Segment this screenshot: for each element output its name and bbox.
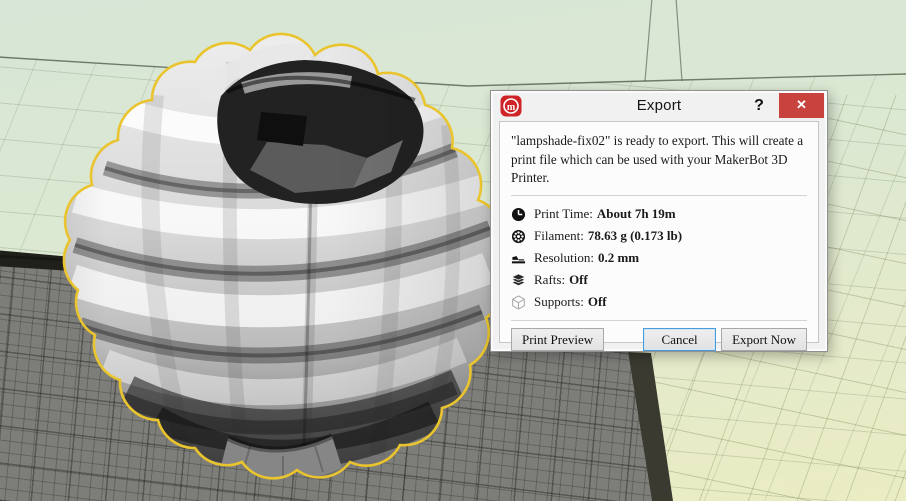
export-summary-text: "lampshade-fix02" is ready to export. Th… <box>511 133 804 186</box>
viewport-3d[interactable]: m Export ? ✕ "lampshade-fix02" is ready … <box>0 0 906 501</box>
close-button[interactable]: ✕ <box>779 93 824 118</box>
model-lampshade[interactable] <box>40 30 510 490</box>
detail-row-supports: Supports: Off <box>511 291 807 313</box>
detail-label: Rafts: <box>534 272 566 288</box>
detail-value: 78.63 g (0.173 lb) <box>587 228 683 244</box>
cancel-button[interactable]: Cancel <box>643 328 717 352</box>
supports-icon <box>512 295 525 310</box>
detail-value: About 7h 19m <box>596 206 676 222</box>
print-preview-button[interactable]: Print Preview <box>511 328 605 352</box>
dialog-title: Export <box>636 97 682 114</box>
resolution-layer-icon <box>511 255 526 264</box>
rafts-icon <box>511 273 526 286</box>
dialog-titlebar[interactable]: m Export ? ✕ <box>491 91 827 121</box>
detail-label: Filament: <box>534 228 584 244</box>
filament-spool-icon <box>511 229 526 243</box>
detail-row-rafts: Rafts: Off <box>511 269 807 291</box>
export-now-button[interactable]: Export Now <box>721 328 807 352</box>
export-dialog: m Export ? ✕ "lampshade-fix02" is ready … <box>490 90 828 352</box>
detail-value: Off <box>569 272 588 288</box>
detail-value: 0.2 mm <box>597 250 640 266</box>
clock-icon <box>511 207 526 221</box>
detail-row-filament: Filament: 78.63 g (0.173 lb) <box>511 225 807 247</box>
detail-label: Supports: <box>534 294 584 310</box>
dialog-button-row: Print Preview Cancel Export Now <box>511 328 807 352</box>
detail-label: Print Time: <box>534 206 593 222</box>
close-icon: ✕ <box>796 97 807 112</box>
separator <box>511 195 807 197</box>
separator <box>511 320 807 322</box>
horizon-lines <box>0 0 906 87</box>
help-button[interactable]: ? <box>749 93 769 118</box>
detail-row-print-time: Print Time: About 7h 19m <box>511 203 807 225</box>
detail-label: Resolution: <box>534 250 594 266</box>
detail-row-resolution: Resolution: 0.2 mm <box>511 247 807 269</box>
dialog-content-panel: "lampshade-fix02" is ready to export. Th… <box>499 121 819 352</box>
detail-value: Off <box>587 294 607 310</box>
